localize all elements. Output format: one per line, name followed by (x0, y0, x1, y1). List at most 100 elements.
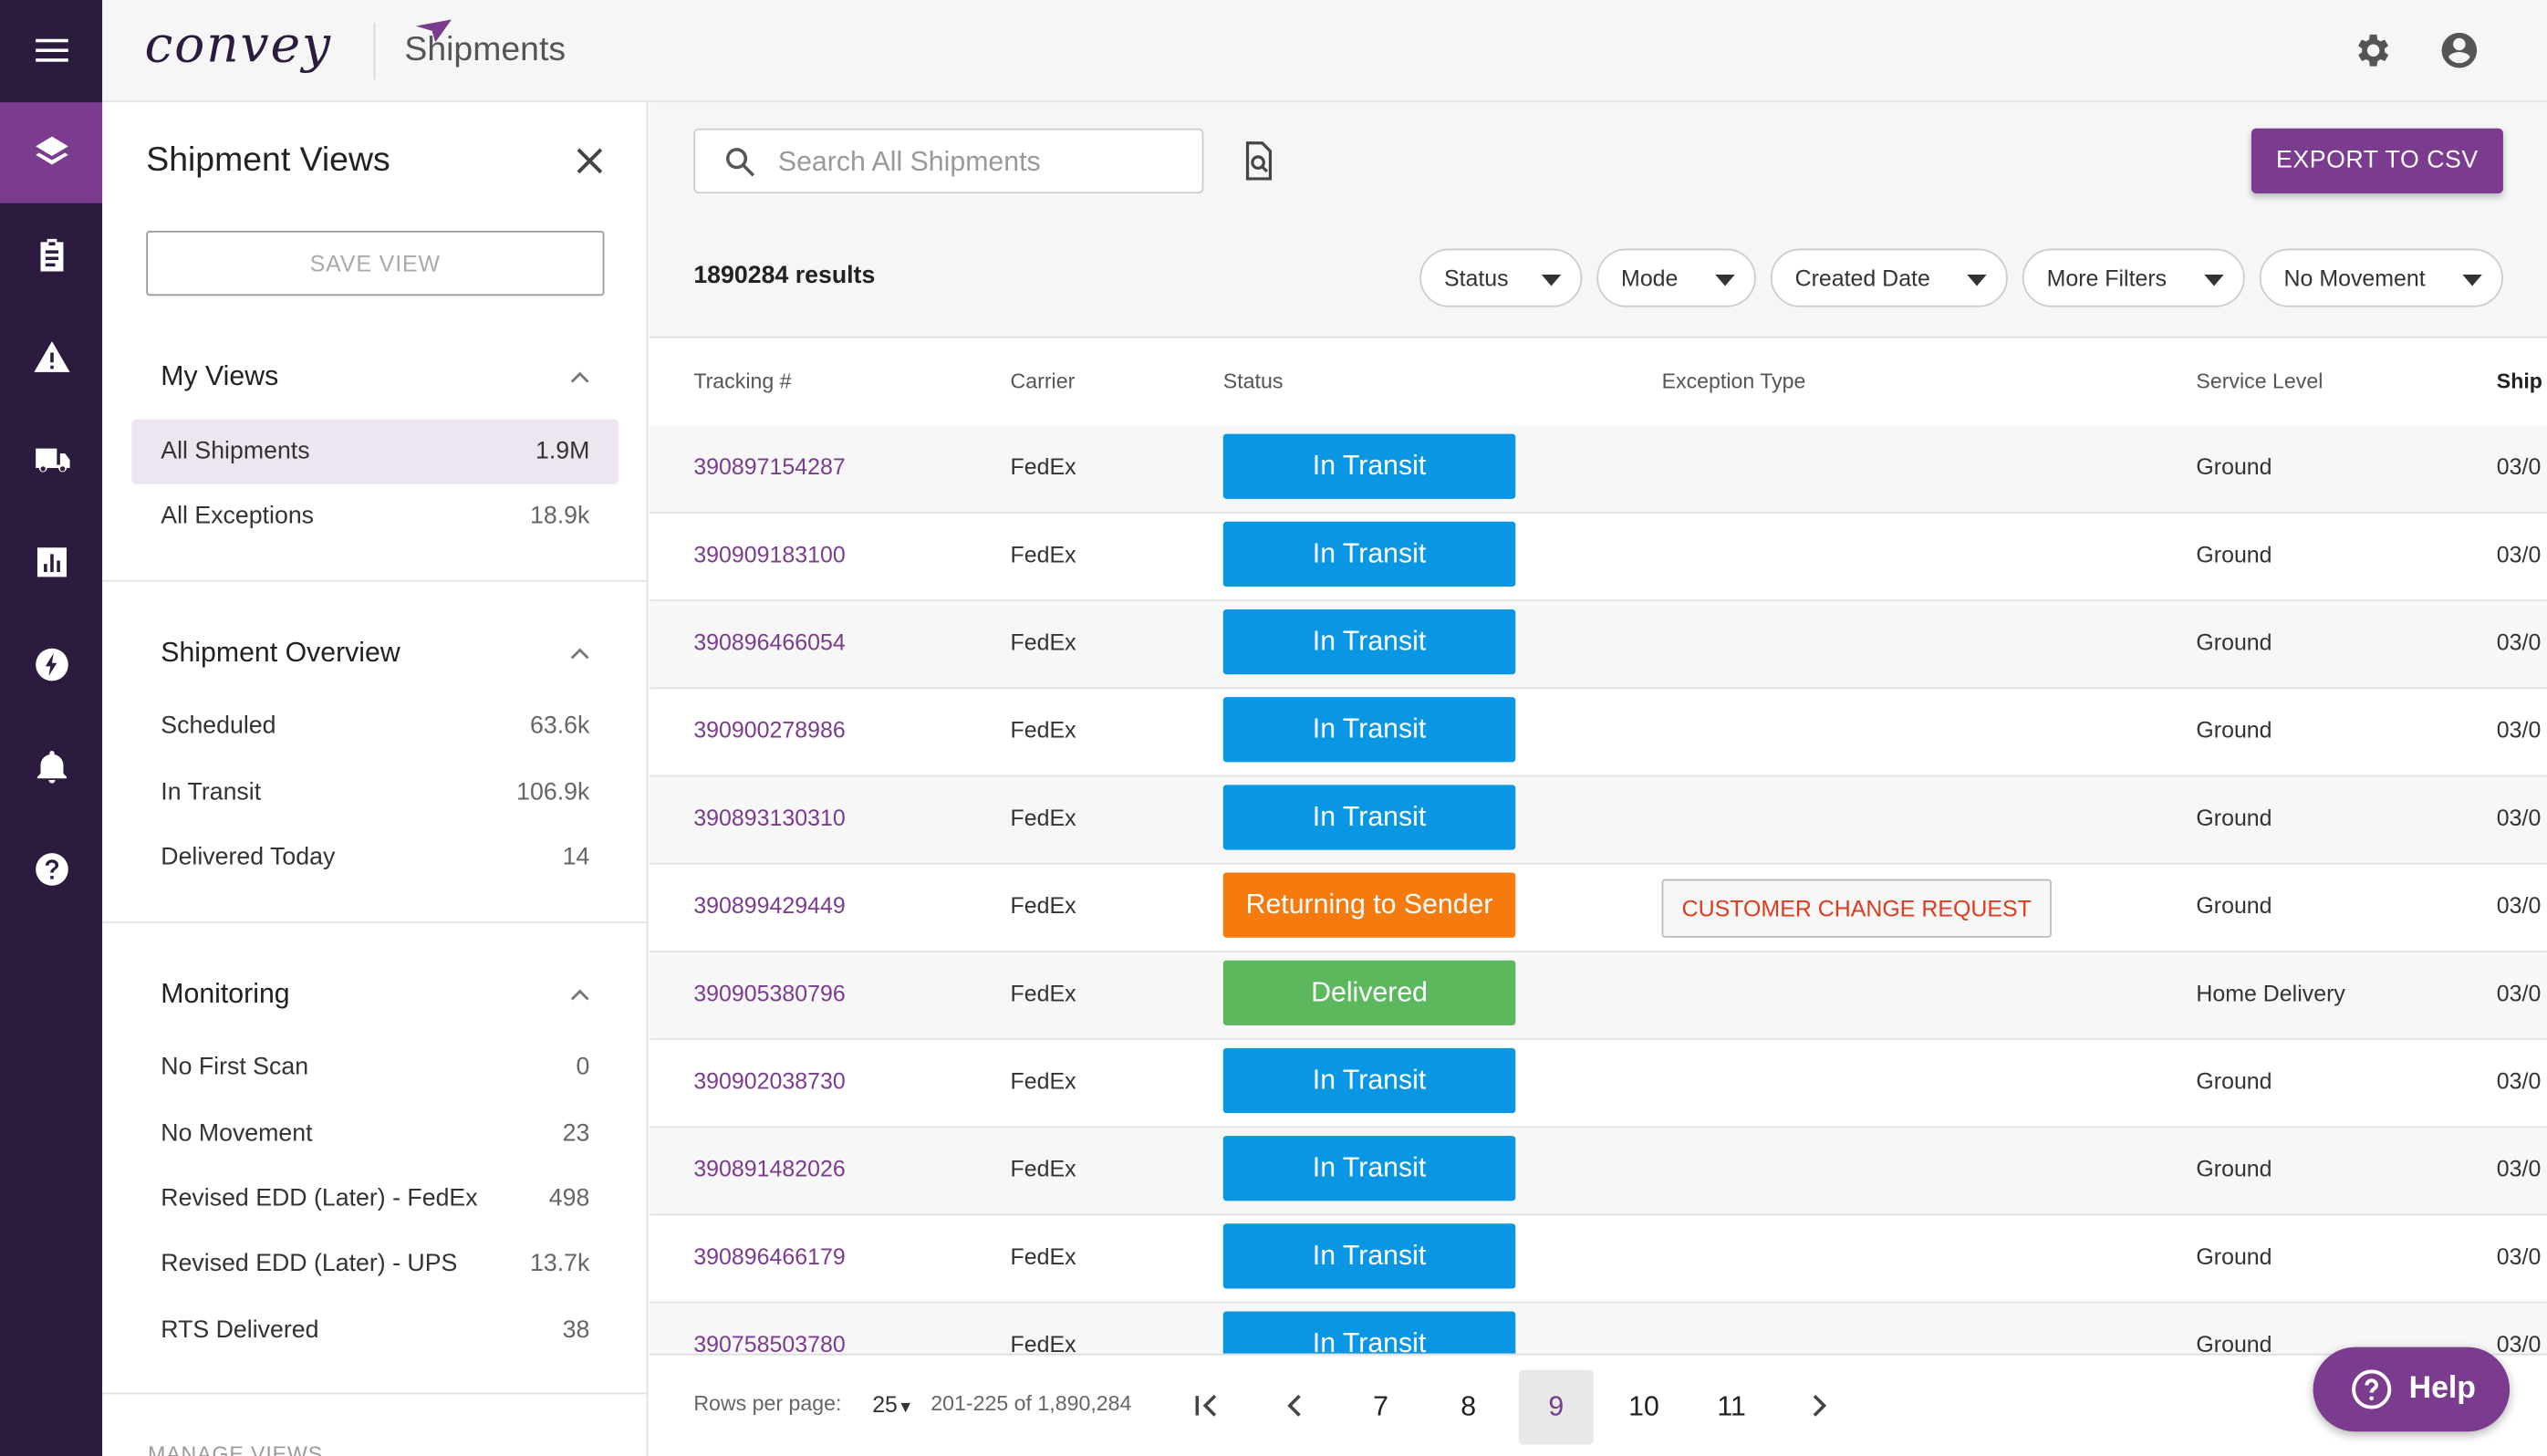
tracking-link[interactable]: 390900278986 (693, 717, 845, 744)
service-level-cell: Ground (2196, 1067, 2272, 1094)
manage-views-link[interactable]: MANAGE VIEWS (148, 1441, 323, 1456)
service-level-cell: Ground (2196, 1243, 2272, 1270)
status-badge: In Transit (1222, 1047, 1516, 1114)
view-label: No Movement (161, 1119, 313, 1148)
divider (102, 1392, 649, 1395)
view-revised-edd-fedex[interactable]: Revised EDD (Later) - FedEx 498 (131, 1167, 619, 1232)
view-all-shipments[interactable]: All Shipments 1.9M (131, 419, 619, 484)
tracking-link[interactable]: 390897154287 (693, 453, 845, 480)
shipment-overview-heading[interactable]: Shipment Overview (161, 637, 400, 670)
carrier-cell: FedEx (1010, 891, 1076, 919)
view-scheduled[interactable]: Scheduled 63.6k (131, 694, 619, 759)
first-page-icon[interactable] (1190, 1389, 1223, 1422)
table-row[interactable]: 390897154287 FedEx In Transit Ground 03/0 (650, 425, 2547, 514)
menu-icon[interactable] (0, 0, 102, 100)
bell-icon[interactable] (0, 717, 102, 817)
filter-created-date[interactable]: Created Date (1770, 248, 2008, 307)
chevron-up-icon[interactable] (567, 982, 592, 1008)
table-row[interactable]: 390893130310 FedEx In Transit Ground 03/0 (650, 776, 2547, 865)
tracking-link[interactable]: 390899429449 (693, 892, 845, 919)
carrier-cell: FedEx (1010, 629, 1076, 655)
column-header-status[interactable]: Status (1223, 369, 1284, 393)
close-icon[interactable] (570, 141, 609, 181)
truck-icon[interactable] (0, 410, 102, 510)
bolt-icon[interactable] (0, 614, 102, 714)
view-count: 63.6k (530, 712, 590, 740)
panel-title: Shipment Views (146, 140, 390, 179)
search-input[interactable]: Search All Shipments (693, 128, 1204, 193)
view-delivered-today[interactable]: Delivered Today 14 (131, 826, 619, 890)
service-level-cell: Ground (2196, 1155, 2272, 1181)
view-no-movement[interactable]: No Movement 23 (131, 1102, 619, 1167)
service-level-cell: Ground (2196, 452, 2272, 480)
view-rts-delivered[interactable]: RTS Delivered 38 (131, 1298, 619, 1363)
table-row[interactable]: 390909183100 FedEx In Transit Ground 03/0 (650, 514, 2547, 602)
column-header-service-level[interactable]: Service Level (2196, 369, 2323, 393)
my-views-heading[interactable]: My Views (161, 360, 278, 393)
page-11[interactable]: 11 (1694, 1370, 1769, 1445)
document-search-icon[interactable] (1240, 140, 1279, 182)
status-badge: In Transit (1222, 433, 1516, 499)
tracking-link[interactable]: 390902038730 (693, 1067, 845, 1094)
table-row[interactable]: 390905380796 FedEx Delivered Home Delivery 0… (650, 952, 2547, 1040)
export-csv-button[interactable]: EXPORT TO CSV (2251, 128, 2503, 193)
view-in-transit[interactable]: In Transit 106.9k (131, 761, 619, 826)
convey-logo[interactable]: convey (144, 16, 331, 75)
table-row[interactable]: 390900278986 FedEx In Transit Ground 03/0 (650, 689, 2547, 777)
page-9[interactable]: 9 (1518, 1369, 1594, 1445)
view-all-exceptions[interactable]: All Exceptions 18.9k (131, 484, 619, 549)
layers-icon[interactable] (0, 102, 103, 203)
column-header-carrier[interactable]: Carrier (1011, 369, 1076, 393)
tracking-link[interactable]: 390905380796 (693, 980, 845, 1006)
clipboard-icon[interactable] (0, 204, 102, 305)
view-revised-edd-ups[interactable]: Revised EDD (Later) - UPS 13.7k (131, 1232, 619, 1296)
monitoring-heading[interactable]: Monitoring (161, 978, 289, 1011)
account-icon[interactable] (2438, 29, 2480, 71)
tracking-link[interactable]: 390758503780 (693, 1331, 845, 1354)
ship-date-cell: 03/0 (2496, 980, 2542, 1006)
status-badge: In Transit (1222, 785, 1516, 850)
tracking-link[interactable]: 390893130310 (693, 805, 845, 831)
page-7[interactable]: 7 (1344, 1370, 1419, 1445)
page-8[interactable]: 8 (1431, 1370, 1506, 1445)
help-circle-icon (2352, 1369, 2392, 1409)
table-row[interactable]: 390896466054 FedEx In Transit Ground 03/0 (650, 601, 2547, 690)
chevron-up-icon[interactable] (567, 640, 592, 667)
tracking-link[interactable]: 390896466054 (693, 629, 845, 655)
caret-down-icon (2462, 275, 2482, 286)
view-no-first-scan[interactable]: No First Scan 0 (131, 1035, 619, 1100)
exception-tag[interactable]: CUSTOMER CHANGE REQUEST (1661, 879, 2052, 938)
table-row[interactable]: 390891482026 FedEx In Transit Ground 03/0 (650, 1128, 2547, 1216)
column-header-exception-type[interactable]: Exception Type (1662, 369, 1806, 393)
table-row[interactable]: 390899429449 FedEx Returning to Sender CUST… (650, 865, 2547, 952)
tracking-link[interactable]: 390909183100 (693, 541, 845, 567)
column-header-ship[interactable]: Ship (2497, 369, 2542, 393)
filter-no-movement[interactable]: No Movement (2259, 248, 2503, 307)
gear-icon[interactable] (2351, 29, 2393, 71)
page-10[interactable]: 10 (1606, 1370, 1681, 1445)
table-row[interactable]: 390896466179 FedEx In Transit Ground 03/0 (650, 1215, 2547, 1304)
help-icon[interactable] (0, 819, 102, 920)
next-page-icon[interactable] (1803, 1389, 1835, 1422)
tracking-link[interactable]: 390891482026 (693, 1155, 845, 1181)
title-divider (373, 22, 376, 80)
help-label: Help (2408, 1371, 2476, 1406)
rows-per-page-select[interactable]: 25▼ (872, 1391, 913, 1418)
tracking-link[interactable]: 390896466179 (693, 1243, 845, 1270)
chevron-up-icon[interactable] (567, 364, 592, 390)
table-row[interactable]: 390902038730 FedEx In Transit Ground 03/0 (650, 1040, 2547, 1128)
chart-icon[interactable] (0, 512, 102, 612)
filter-status[interactable]: Status (1419, 248, 1583, 307)
caret-down-icon: ▼ (897, 1399, 914, 1418)
view-count: 23 (562, 1119, 590, 1148)
filter-mode[interactable]: Mode (1596, 248, 1756, 307)
column-header-tracking[interactable]: Tracking # (693, 369, 791, 393)
previous-page-icon[interactable] (1278, 1389, 1311, 1422)
table-row[interactable]: 390758503780 FedEx In Transit Ground 03/0 (650, 1303, 2547, 1354)
carrier-cell: FedEx (1010, 716, 1076, 744)
warning-icon[interactable] (0, 307, 102, 408)
help-button[interactable]: Help (2313, 1347, 2511, 1432)
save-view-button[interactable]: SAVE VIEW (146, 230, 605, 296)
ship-date-cell: 03/0 (2496, 629, 2542, 655)
filter-more-filters[interactable]: More Filters (2022, 248, 2245, 307)
